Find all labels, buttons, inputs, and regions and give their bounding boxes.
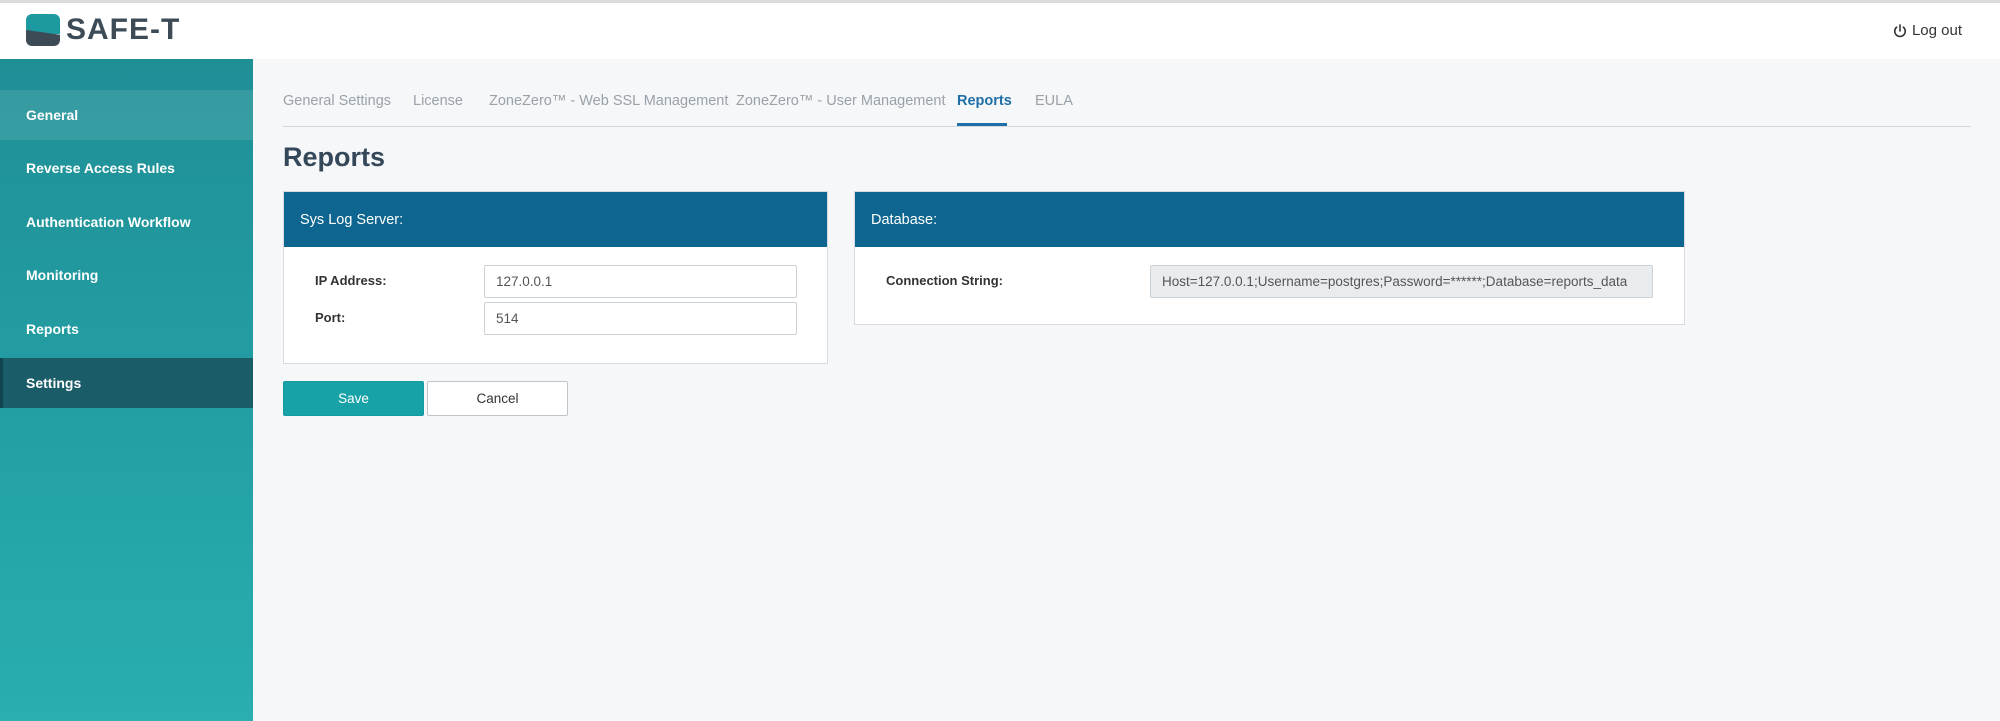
cancel-button-label: Cancel [476,391,519,406]
active-tab-indicator [957,123,1007,126]
save-button[interactable]: Save [283,381,424,416]
save-button-label: Save [338,391,369,406]
sidebar-item-reverse-access-rules[interactable]: Reverse Access Rules [0,143,253,193]
logout-button[interactable]: Log out [1893,22,1962,39]
sidebar: General Reverse Access Rules Authenticat… [0,59,253,721]
database-panel-title: Database: [871,211,938,228]
settings-tabs: General Settings License ZoneZero™ - Web… [283,78,1971,127]
connection-string-label: Connection String: [886,273,1003,288]
tab-eula[interactable]: EULA [1035,93,1073,109]
tab-web-ssl-management[interactable]: ZoneZero™ - Web SSL Management [489,93,728,109]
cancel-button[interactable]: Cancel [427,381,568,416]
ip-address-input[interactable] [484,265,797,298]
sidebar-item-label: Monitoring [26,267,99,283]
sidebar-item-label: Reverse Access Rules [26,160,175,176]
safe-t-logo-icon [26,14,60,46]
tab-reports[interactable]: Reports [957,93,1012,109]
sidebar-item-label: Reports [26,321,79,337]
logout-label: Log out [1911,22,1962,39]
database-panel: Database: Connection String: [854,191,1685,325]
logo-text: SAFE-T [66,13,181,46]
connection-string-input[interactable] [1150,265,1653,298]
page-title: Reports [283,142,386,172]
database-panel-header: Database: [855,192,1684,247]
sidebar-item-authentication-workflow[interactable]: Authentication Workflow [0,197,253,247]
top-bar: SAFE-T Log out [0,0,2000,59]
syslog-panel-title: Sys Log Server: [300,211,404,228]
sidebar-item-label: Settings [26,375,82,391]
port-input[interactable] [484,302,797,335]
sidebar-item-label: General [26,107,79,123]
tab-license[interactable]: License [413,93,463,109]
syslog-panel-header: Sys Log Server: [284,192,827,247]
port-label: Port: [315,310,346,325]
sidebar-item-label: Authentication Workflow [26,214,191,230]
sidebar-item-general[interactable]: General [0,90,253,140]
power-icon [1893,23,1906,37]
tab-general-settings[interactable]: General Settings [283,93,391,109]
sidebar-item-settings[interactable]: Settings [0,358,253,408]
app-logo[interactable]: SAFE-T [26,14,180,46]
ip-address-label: IP Address: [315,273,387,288]
tab-user-management[interactable]: ZoneZero™ - User Management [736,93,946,109]
sidebar-item-reports[interactable]: Reports [0,304,253,354]
sidebar-item-monitoring[interactable]: Monitoring [0,250,253,300]
syslog-panel: Sys Log Server: IP Address: Port: [283,191,828,364]
